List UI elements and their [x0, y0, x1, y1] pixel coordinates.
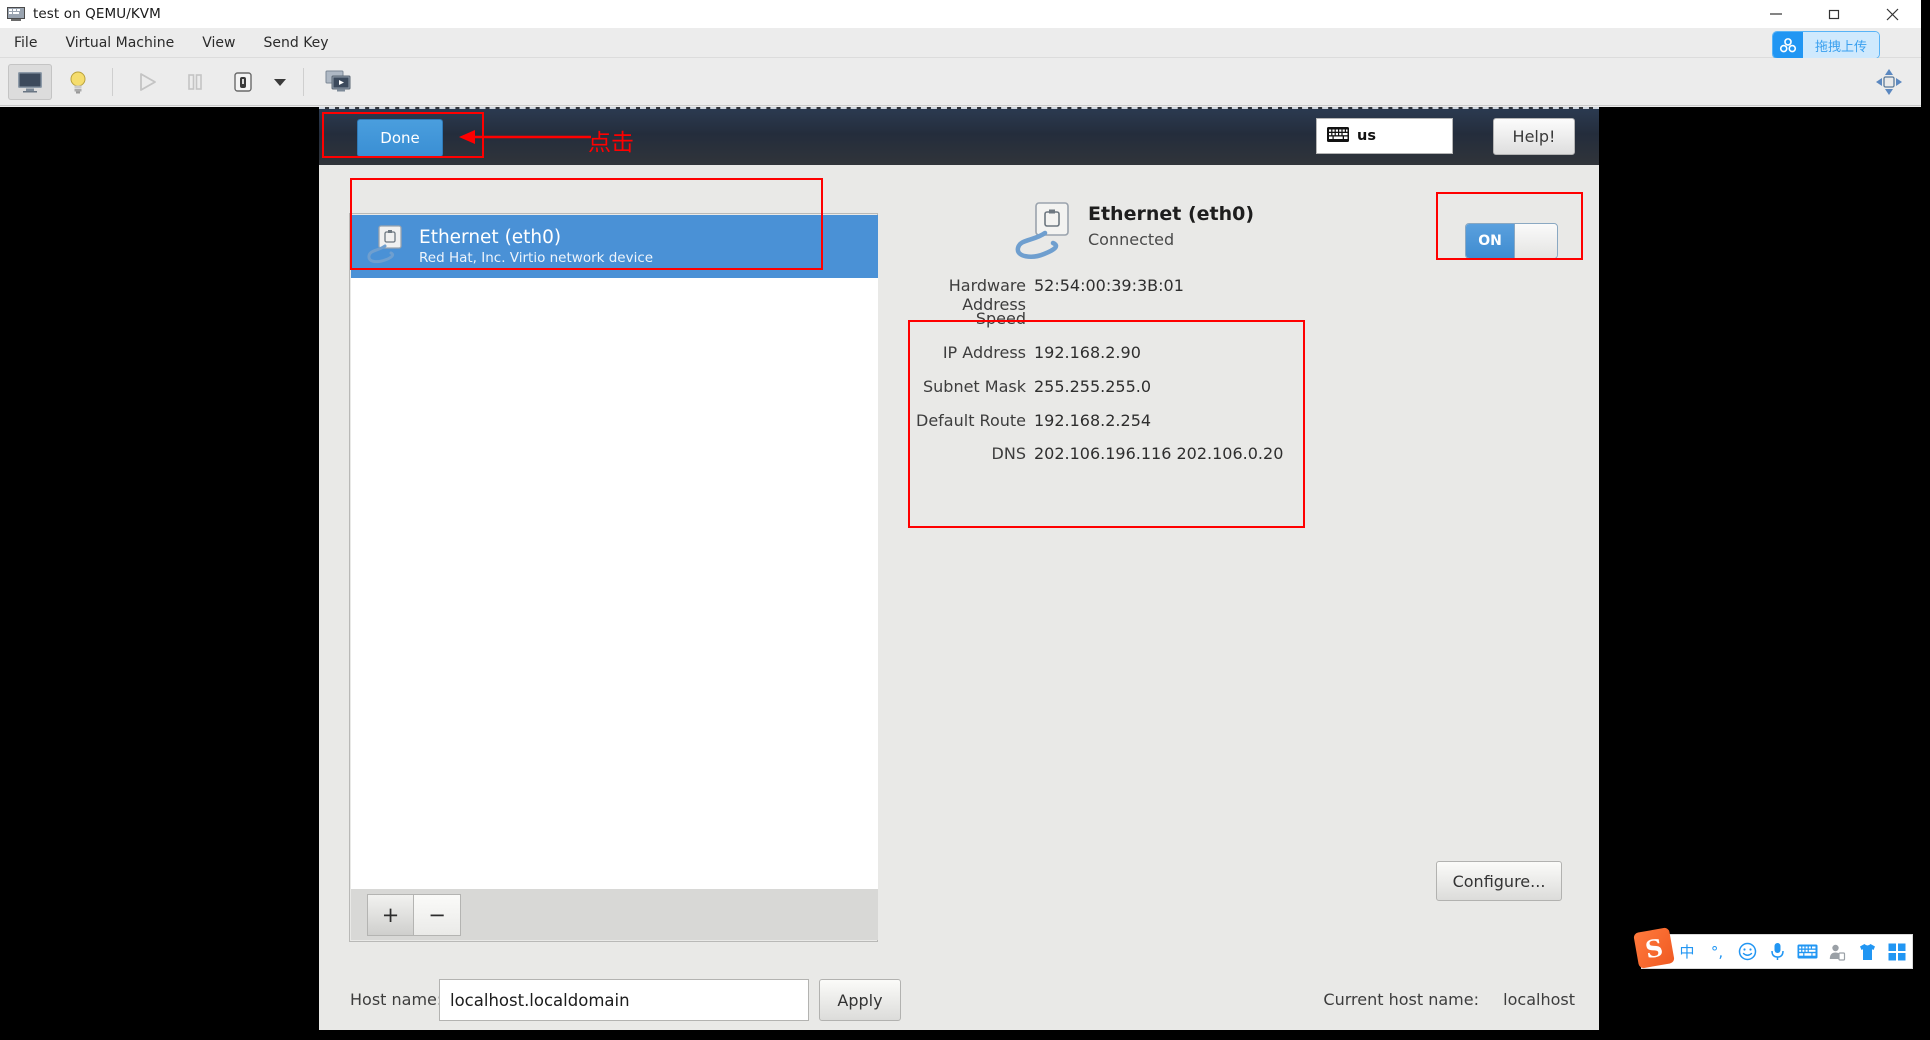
field-value: 192.168.2.254 [1034, 411, 1152, 430]
toggle-on-label: ON [1466, 224, 1514, 258]
menu-virtual-machine[interactable]: Virtual Machine [53, 32, 186, 54]
field-value: 52:54:00:39:3B:01 [1034, 276, 1184, 295]
current-host-name-label: Current host name: [1323, 990, 1479, 1009]
maximize-button[interactable] [1805, 0, 1863, 28]
toolbar-separator-2 [303, 67, 304, 96]
ime-toolbar: 中 °, [1642, 935, 1912, 968]
toolbar [0, 58, 1921, 106]
host-name-bar: Host name: localhost.localdomain Apply C… [319, 975, 1599, 1035]
show-console-button[interactable] [8, 63, 52, 100]
configure-button[interactable]: Configure... [1436, 861, 1562, 901]
computer-icon [7, 6, 25, 22]
minimize-button[interactable] [1747, 0, 1805, 28]
field-value: 202.106.196.116 202.106.0.20 [1034, 444, 1284, 463]
ime-soft-keyboard-icon[interactable] [1792, 944, 1822, 959]
ime-skin-icon[interactable] [1852, 943, 1882, 961]
field-key: Speed [975, 309, 1026, 328]
network-toggle-wrapper: ON [1465, 223, 1558, 259]
host-name-label: Host name: [350, 990, 443, 1009]
ethernet-icon [1014, 201, 1074, 267]
network-on-off-toggle[interactable]: ON [1465, 223, 1558, 259]
list-item-text: Ethernet (eth0) Red Hat, Inc. Virtio net… [419, 227, 653, 267]
detail-title: Ethernet (eth0) [1088, 203, 1255, 225]
network-device-list[interactable]: Ethernet (eth0) Red Hat, Inc. Virtio net… [351, 215, 878, 891]
ime-user-icon[interactable] [1822, 943, 1852, 961]
field-key: Default Route [916, 411, 1026, 430]
field-speed: Speed [894, 309, 1034, 328]
menu-file[interactable]: File [2, 32, 49, 54]
virt-manager-window: test on QEMU/KVM File Virtual Machine Vi… [0, 0, 1921, 1040]
snapshots-button[interactable] [316, 64, 360, 100]
field-subnet-mask: Subnet Mask 255.255.255.0 [894, 377, 1151, 396]
field-ip-address: IP Address 192.168.2.90 [894, 343, 1141, 362]
field-key: IP Address [942, 343, 1026, 362]
detail-header: Ethernet (eth0) Connected [1014, 201, 1254, 267]
keyboard-layout-indicator[interactable]: us [1316, 118, 1453, 154]
detail-status: Connected [1088, 230, 1175, 249]
window-controls [1747, 0, 1921, 28]
field-key: DNS [991, 444, 1026, 463]
screen-root: test on QEMU/KVM File Virtual Machine Vi… [0, 0, 1930, 1040]
toggle-knob[interactable] [1514, 224, 1557, 258]
guest-console[interactable]: Done us Help! Ethernet (eth0) Red Hat, I… [0, 107, 1921, 1040]
menu-view[interactable]: View [190, 32, 247, 54]
host-name-input[interactable]: localhost.localdomain [439, 979, 809, 1021]
field-key: Subnet Mask [922, 377, 1026, 396]
ethernet-icon [365, 224, 405, 270]
field-dns: DNS 202.106.196.116 202.106.0.20 [894, 444, 1284, 463]
window-title: test on QEMU/KVM [33, 6, 161, 22]
sogou-ime-logo[interactable]: S [1633, 927, 1675, 969]
anaconda-network-spoke: Done us Help! Ethernet (eth0) Red Hat, I… [319, 107, 1599, 1030]
show-details-button[interactable] [56, 64, 100, 100]
apply-button[interactable]: Apply [819, 979, 901, 1021]
ime-punctuation-mode[interactable]: °, [1702, 943, 1732, 961]
drag-upload-badge[interactable]: 拖拽上传 [1772, 32, 1879, 58]
ime-emoji-icon[interactable] [1732, 942, 1762, 961]
window-titlebar: test on QEMU/KVM [0, 0, 1921, 28]
toolbar-separator [112, 67, 113, 96]
network-detail-panel: Ethernet (eth0) Connected ON Hardware Ad… [894, 201, 1584, 901]
list-item-subtitle: Red Hat, Inc. Virtio network device [419, 249, 654, 266]
keyboard-layout-label: us [1357, 128, 1376, 144]
menubar: File Virtual Machine View Send Key 拖拽上传 [0, 28, 1921, 58]
run-button[interactable] [125, 64, 169, 100]
list-item[interactable]: Ethernet (eth0) Red Hat, Inc. Virtio net… [351, 215, 878, 278]
spoke-body: Ethernet (eth0) Red Hat, Inc. Virtio net… [319, 165, 1599, 1030]
menu-send-key[interactable]: Send Key [251, 32, 340, 54]
ime-toolbox-icon[interactable] [1882, 943, 1912, 961]
remove-device-button[interactable]: − [414, 893, 461, 936]
shutdown-button[interactable] [221, 64, 265, 100]
ime-voice-input-icon[interactable] [1762, 942, 1792, 961]
field-default-route: Default Route 192.168.2.254 [894, 411, 1151, 430]
network-device-panel: Ethernet (eth0) Red Hat, Inc. Virtio net… [349, 213, 878, 942]
drag-upload-label: 拖拽上传 [1802, 32, 1879, 58]
done-button[interactable]: Done [357, 119, 443, 157]
keyboard-icon [1327, 126, 1349, 146]
list-item-title: Ethernet (eth0) [419, 226, 562, 248]
resize-guest-button[interactable] [1871, 64, 1907, 100]
field-value: 192.168.2.90 [1034, 343, 1141, 362]
detail-header-text: Ethernet (eth0) Connected [1088, 201, 1254, 253]
close-button[interactable] [1863, 0, 1921, 28]
chevron-down-icon[interactable] [267, 64, 293, 100]
device-list-toolbar: + − [351, 889, 878, 940]
add-device-button[interactable]: + [367, 893, 414, 936]
current-host-name-value: localhost [1503, 990, 1575, 1009]
help-button[interactable]: Help! [1493, 118, 1575, 155]
annotation-label-click: 点击 [588, 130, 634, 156]
pause-button[interactable] [173, 64, 217, 100]
spoke-header: Done us Help! [319, 107, 1599, 165]
field-value: 255.255.255.0 [1034, 377, 1152, 396]
cloud-upload-icon [1772, 32, 1803, 58]
ime-chinese-mode[interactable]: 中 [1672, 941, 1702, 962]
